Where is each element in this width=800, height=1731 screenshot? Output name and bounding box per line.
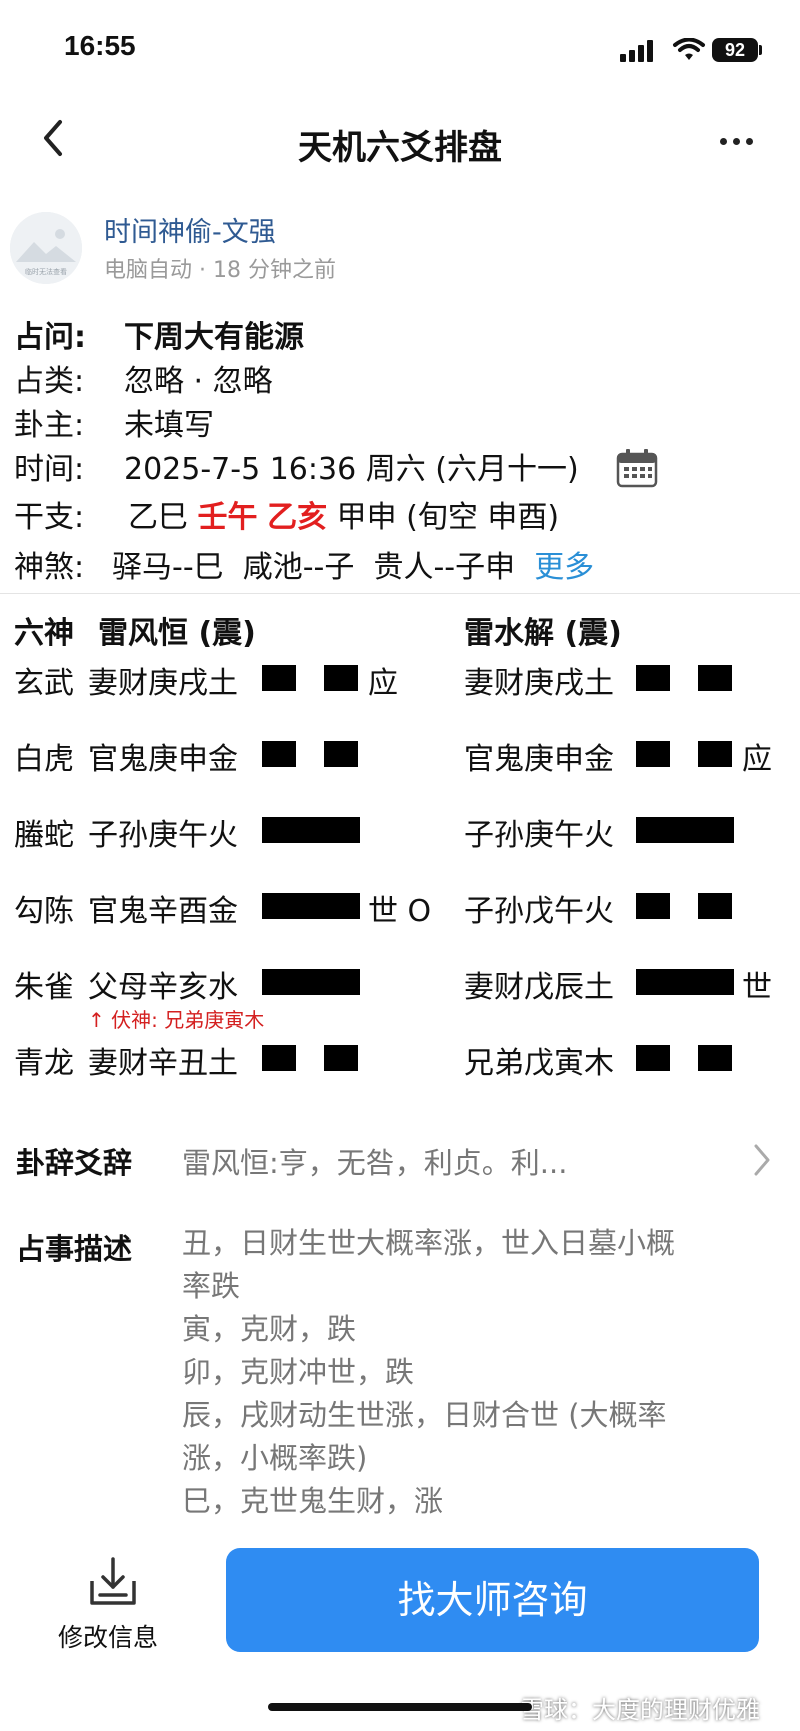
- owner-label: 卦主:: [14, 408, 85, 443]
- liushen-cell: 白虎: [14, 742, 74, 777]
- main-yao-yin-segment: [262, 1045, 296, 1071]
- avatar-caption: 临时无法查看: [25, 267, 67, 276]
- changed-yao-yin-segment: [636, 1045, 670, 1071]
- page-title: 天机六爻排盘: [298, 128, 502, 168]
- main-line-text: 妻财庚戌土: [88, 666, 238, 701]
- main-line-text: 子孙庚午火: [88, 818, 238, 853]
- ganzhi-month: 壬午: [197, 500, 258, 535]
- liushen-cell: 勾陈: [14, 894, 74, 929]
- shensha-text: 驿马--巳 咸池--子 贵人--子申: [112, 550, 516, 585]
- changed-yao-yin-segment: [698, 665, 732, 691]
- main-line-mark: 应: [368, 666, 398, 701]
- description-line: 卯，克财冲世，跌: [182, 1355, 415, 1389]
- ganzhi-year: 乙巳: [128, 500, 188, 535]
- changed-yao-yin-segment: [698, 893, 732, 919]
- description-text: 丑，日财生世大概率涨，世入日墓小概 率跌 寅，克财，跌 卯，克财冲世，跌 辰，戌…: [182, 1222, 782, 1523]
- changed-line-text: 子孙庚午火: [464, 818, 614, 853]
- edit-info-button[interactable]: 修改信息: [58, 1618, 158, 1654]
- calendar-icon[interactable]: [616, 448, 658, 488]
- changed-line-text: 妻财庚戌土: [464, 666, 614, 701]
- changed-yao-yin-segment: [636, 893, 670, 919]
- changed-hexagram-name: 雷水解 (震): [464, 616, 622, 651]
- battery-tip: [759, 45, 762, 55]
- liushen-cell: 朱雀: [14, 970, 74, 1005]
- main-yao-yin-segment: [262, 741, 296, 767]
- time-value: 2025-7-5 16:36 周六 (六月十一): [124, 452, 579, 487]
- description-line: 涨，小概率跌): [182, 1441, 368, 1475]
- changed-line-text: 官鬼庚申金: [464, 742, 614, 777]
- guaci-preview[interactable]: 雷风恒:亨，无咎，利贞。利...: [182, 1140, 567, 1182]
- main-yao-yin-segment: [324, 665, 358, 691]
- more-options-icon[interactable]: [720, 130, 760, 150]
- owner-value: 未填写: [124, 408, 214, 443]
- main-line-text: 妻财辛丑土: [88, 1046, 238, 1081]
- changed-yao-yin-segment: [698, 1045, 732, 1071]
- description-line: 丑，日财生世大概率涨，世入日墓小概: [182, 1226, 676, 1260]
- author-meta: 电脑自动 · 18 分钟之前: [104, 258, 336, 283]
- question-label: 占问:: [14, 320, 86, 355]
- description-line: 寅，克财，跌: [182, 1312, 357, 1346]
- main-line-text: 父母辛亥水: [88, 970, 238, 1005]
- main-hexagram-name: 雷风恒 (震): [98, 616, 256, 651]
- battery-indicator: 92: [712, 38, 758, 62]
- main-line-mark: 世 O: [368, 894, 432, 929]
- shensha-value: 驿马--巳 咸池--子 贵人--子申 更多: [112, 542, 594, 586]
- liushen-cell: 螣蛇: [14, 818, 74, 853]
- author-name[interactable]: 时间神偷-文强: [104, 210, 276, 249]
- category-value: 忽略 · 忽略: [124, 364, 273, 399]
- changed-line-mark: 世: [742, 970, 772, 1005]
- fushen-note: ↑ 伏神: 兄弟庚寅木: [88, 1008, 265, 1032]
- changed-yao-yang: [636, 817, 734, 843]
- signal-icon: [620, 40, 656, 62]
- changed-line-mark: 应: [742, 742, 772, 777]
- changed-yao-yin-segment: [698, 741, 732, 767]
- consult-master-button[interactable]: 找大师咨询: [226, 1548, 759, 1652]
- category-label: 占类:: [14, 364, 85, 399]
- main-yao-yang: [262, 969, 360, 995]
- ganzhi-hour: 甲申 (旬空 申酉): [336, 500, 560, 535]
- guaci-label: 卦辞爻辞: [16, 1146, 133, 1180]
- changed-line-text: 妻财戊辰土: [464, 970, 614, 1005]
- shensha-label: 神煞:: [14, 550, 85, 585]
- liushen-cell: 玄武: [14, 666, 74, 701]
- ganzhi-value: 乙巳 壬午 乙亥 甲申 (旬空 申酉): [128, 492, 559, 536]
- status-time: 16:55: [64, 30, 136, 61]
- chevron-right-icon[interactable]: [752, 1142, 772, 1178]
- shensha-more-link[interactable]: 更多: [534, 550, 594, 585]
- main-yao-yang: [262, 817, 360, 843]
- ganzhi-label: 干支:: [14, 500, 85, 535]
- liushen-header: 六神: [14, 616, 74, 651]
- changed-line-text: 子孙戊午火: [464, 894, 614, 929]
- divider: [0, 593, 800, 594]
- description-line: 巳，克世鬼生财，涨: [182, 1484, 444, 1518]
- main-line-text: 官鬼辛酉金: [88, 894, 238, 929]
- description-line: 率跌: [182, 1269, 241, 1303]
- changed-yao-yang: [636, 969, 734, 995]
- main-line-text: 官鬼庚申金: [88, 742, 238, 777]
- question-value: 下周大有能源: [124, 320, 304, 355]
- changed-line-text: 兄弟戊寅木: [464, 1046, 614, 1081]
- changed-yao-yin-segment: [636, 741, 670, 767]
- liushen-cell: 青龙: [14, 1046, 74, 1081]
- main-yao-yin-segment: [262, 665, 296, 691]
- watermark: 雪球：大度的理财优雅: [520, 1696, 760, 1724]
- ganzhi-day: 乙亥: [267, 500, 328, 535]
- main-yao-yang: [262, 893, 360, 919]
- main-yao-yin-segment: [324, 741, 358, 767]
- wifi-icon: [673, 38, 705, 60]
- changed-yao-yin-segment: [636, 665, 670, 691]
- image-placeholder-icon: 临时无法查看: [10, 212, 82, 284]
- home-indicator[interactable]: [268, 1703, 532, 1711]
- main-yao-yin-segment: [324, 1045, 358, 1071]
- description-line: 辰，戌财动生世涨，日财合世 (大概率: [182, 1398, 667, 1432]
- description-label: 占事描述: [16, 1232, 133, 1266]
- avatar[interactable]: 临时无法查看: [10, 212, 82, 284]
- time-label: 时间:: [14, 452, 85, 487]
- edit-info-icon[interactable]: [86, 1555, 140, 1609]
